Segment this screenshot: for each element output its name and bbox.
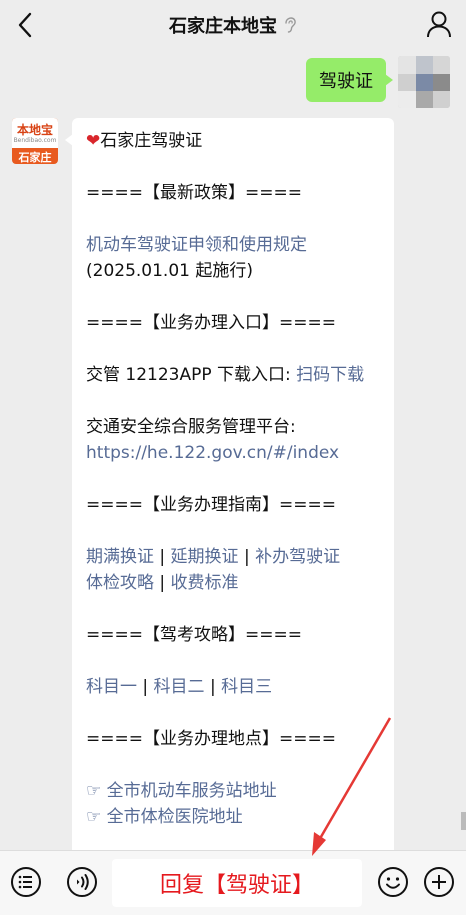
pointer-icon: ☞ (86, 781, 102, 801)
message-input[interactable]: 回复【驾驶证】 (112, 859, 362, 907)
separator: | (159, 547, 166, 567)
bot-avatar[interactable]: 本地宝 Bendibao.com 石家庄 (12, 118, 58, 164)
exam-link-subject1[interactable]: 科目一 (86, 677, 137, 697)
section-heading: ====【业务办理地点】==== (86, 729, 336, 749)
user-message-text: 驾驶证 (319, 71, 373, 92)
chat-title: 石家庄本地宝 (169, 16, 277, 37)
bot-message-content: ❤石家庄驾驶证 ====【最新政策】==== 机动车驾驶证申领和使用规定 (20… (86, 128, 386, 856)
bot-avatar-brand: 本地宝 (16, 123, 53, 137)
separator: | (243, 547, 250, 567)
voice-icon[interactable] (66, 866, 98, 898)
exam-link-subject2[interactable]: 科目二 (154, 677, 205, 697)
person-icon[interactable] (426, 10, 452, 38)
user-message-bubble[interactable]: 驾驶证 (306, 58, 393, 102)
pointer-icon: ☞ (86, 807, 102, 827)
guide-link-fees[interactable]: 收费标准 (171, 573, 239, 593)
plus-icon[interactable] (423, 866, 455, 898)
reply-text: 回复【驾驶证】 (159, 873, 314, 898)
guide-link-extension[interactable]: 延期换证 (171, 547, 239, 567)
app-download-link[interactable]: 扫码下载 (296, 365, 364, 385)
guide-link-expiry[interactable]: 期满换证 (86, 547, 154, 567)
bot-message-bubble: ❤石家庄驾驶证 ====【最新政策】==== 机动车驾驶证申领和使用规定 (20… (65, 118, 394, 858)
exam-link-subject3[interactable]: 科目三 (221, 677, 272, 697)
heart-icon: ❤ (86, 131, 101, 151)
section-heading: ====【业务办理入口】==== (86, 313, 336, 333)
bottom-bar: 回复【驾驶证】 (0, 850, 466, 915)
policy-date: (2025.01.01 起施行) (86, 261, 254, 281)
bot-avatar-domain: Bendibao.com (13, 137, 57, 144)
section-heading: ====【业务办理指南】==== (86, 495, 336, 515)
location-link-service-stations[interactable]: 全市机动车服务站地址 (107, 781, 277, 801)
app-download-label: 交管 12123APP 下载入口: (86, 365, 291, 385)
separator: | (159, 573, 166, 593)
section-heading: ====【最新政策】==== (86, 183, 302, 203)
section-heading: ====【驾考攻略】==== (86, 625, 302, 645)
message-heading: 石家庄驾驶证 (100, 131, 203, 151)
location-link-hospitals[interactable]: 全市体检医院地址 (107, 807, 243, 827)
chevron-left-icon (18, 12, 32, 38)
ear-icon (285, 17, 296, 33)
policy-link[interactable]: 机动车驾驶证申领和使用规定 (86, 235, 307, 255)
chat-title-group: 石家庄本地宝 (169, 12, 297, 38)
top-bar: 石家庄本地宝 (0, 0, 466, 50)
separator: | (209, 677, 216, 697)
separator: | (142, 677, 149, 697)
bot-avatar-city: 石家庄 (18, 151, 52, 164)
guide-link-medical[interactable]: 体检攻略 (86, 573, 154, 593)
platform-link[interactable]: https://he.122.gov.cn/#/index (86, 443, 339, 463)
list-icon[interactable] (10, 866, 42, 898)
guide-link-replacement[interactable]: 补办驾驶证 (255, 547, 340, 567)
emoji-icon[interactable] (377, 866, 409, 898)
platform-label: 交通安全综合服务管理平台: (86, 417, 296, 437)
user-avatar[interactable] (398, 56, 450, 108)
scrollbar[interactable] (461, 812, 466, 830)
back-button[interactable] (10, 8, 40, 42)
